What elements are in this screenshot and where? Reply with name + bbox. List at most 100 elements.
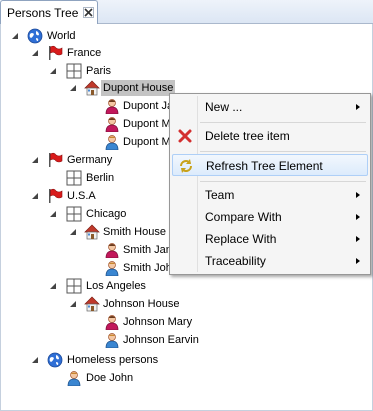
menu-item-label: Delete tree item <box>205 129 290 143</box>
expanded-arrow-icon[interactable] <box>49 210 57 218</box>
submenu-arrow-icon <box>356 236 360 242</box>
expanded-arrow-icon[interactable] <box>69 300 77 308</box>
tree-node-label: Berlin <box>86 172 115 184</box>
tree-node-label: Smith Joh <box>123 262 172 274</box>
menu-separator <box>200 181 366 182</box>
person-female-icon <box>104 242 120 258</box>
tree-node-france[interactable]: France <box>0 44 160 62</box>
tree-node-label: Dupont Ja <box>123 100 174 112</box>
house-icon <box>84 296 100 312</box>
flag-icon <box>47 188 63 204</box>
tree-node-label: Johnson House <box>103 298 180 310</box>
expanded-arrow-icon[interactable] <box>69 84 77 92</box>
person-male-icon <box>104 134 120 150</box>
tree-node-germany[interactable]: Germany <box>0 151 160 169</box>
expanded-arrow-icon[interactable] <box>49 67 57 75</box>
expanded-arrow-icon[interactable] <box>31 356 39 364</box>
menu-item-label: Compare With <box>205 210 282 224</box>
expanded-arrow-icon[interactable] <box>11 32 19 40</box>
flag-icon <box>47 45 63 61</box>
tree-node-johnson-house[interactable]: Johnson House <box>0 295 190 313</box>
tree-node-dupont-m-1[interactable]: Dupont M <box>0 115 171 133</box>
person-male-icon <box>104 332 120 348</box>
tree-node-dupont-ja[interactable]: Dupont Ja <box>0 97 173 115</box>
tab-persons-tree[interactable]: Persons Tree <box>0 0 98 24</box>
tree-node-label: Doe John <box>86 372 134 384</box>
tree-node-paris[interactable]: Paris <box>0 62 160 80</box>
tree-node-smith-jan[interactable]: Smith Jan <box>0 241 172 259</box>
tree-node-smith-house[interactable]: Smith House <box>0 223 170 241</box>
tree-node-los-angeles[interactable]: Los Angeles <box>0 277 160 295</box>
submenu-arrow-icon <box>356 258 360 264</box>
tree-node-smith-joh[interactable]: Smith Joh <box>0 259 172 277</box>
menu-item-label: Traceability <box>205 254 266 268</box>
tree-node-label: Smith House <box>103 226 166 238</box>
tree-node-label: Johnson Earvin <box>123 334 199 346</box>
tree-node-homeless-persons[interactable]: Homeless persons <box>0 351 180 369</box>
delete-icon <box>178 129 192 143</box>
menu-item-label: Team <box>205 188 235 202</box>
menu-item-refresh[interactable]: Refresh Tree Element <box>172 154 368 176</box>
expanded-arrow-icon[interactable] <box>31 156 39 164</box>
tree-node-label: Homeless persons <box>67 354 159 366</box>
tree-node-label: World <box>47 30 76 42</box>
tree-node-label: Dupont House <box>101 80 175 96</box>
expanded-arrow-icon[interactable] <box>31 49 39 57</box>
expanded-arrow-icon[interactable] <box>31 192 39 200</box>
menu-item-replace-with[interactable]: Replace With <box>172 228 368 250</box>
menu-item-label: New ... <box>205 100 243 114</box>
tree-node-dupont-house[interactable]: Dupont House <box>0 79 175 97</box>
tree-node-label: Johnson Mary <box>123 316 193 328</box>
expanded-arrow-icon[interactable] <box>69 228 77 236</box>
person-female-icon <box>104 314 120 330</box>
menu-item-traceability[interactable]: Traceability <box>172 250 368 272</box>
refresh-icon <box>180 159 192 173</box>
tab-title: Persons Tree <box>7 5 79 20</box>
tree-node-label: Chicago <box>86 208 127 220</box>
tree-node-usa[interactable]: U.S.A <box>0 187 160 205</box>
menu-separator <box>200 122 366 123</box>
close-icon[interactable] <box>83 7 95 18</box>
tree-node-berlin[interactable]: Berlin <box>0 169 160 187</box>
context-menu: New ... Delete tree item Refresh Tree El… <box>169 93 371 275</box>
tree-node-dupont-m-2[interactable]: Dupont M <box>0 133 171 151</box>
tree-node-johnson-earvin[interactable]: Johnson Earvin <box>0 331 200 349</box>
tree-node-label: U.S.A <box>67 190 96 202</box>
house-icon <box>84 80 100 96</box>
submenu-arrow-icon <box>356 192 360 198</box>
tree-node-label: Dupont M <box>123 136 171 148</box>
submenu-arrow-icon <box>356 214 360 220</box>
menu-item-compare-with[interactable]: Compare With <box>172 206 368 228</box>
tree-node-chicago[interactable]: Chicago <box>0 205 160 223</box>
tree-node-label: France <box>67 47 102 59</box>
person-male-icon <box>104 260 120 276</box>
menu-item-team[interactable]: Team <box>172 184 368 206</box>
menu-item-delete[interactable]: Delete tree item <box>172 125 368 147</box>
globe-icon <box>47 352 63 368</box>
city-grid-icon <box>66 170 82 186</box>
tree-node-world[interactable]: World <box>0 27 160 45</box>
tree-node-label: Los Angeles <box>86 280 146 292</box>
expanded-arrow-icon[interactable] <box>49 282 57 290</box>
menu-item-label: Replace With <box>205 232 277 246</box>
tree-node-label: Paris <box>86 65 112 77</box>
person-male-icon <box>66 370 82 386</box>
menu-item-label: Refresh Tree Element <box>206 159 323 173</box>
submenu-arrow-icon <box>356 104 360 110</box>
house-icon <box>84 224 100 240</box>
menu-item-new[interactable]: New ... <box>172 96 368 118</box>
globe-icon <box>27 28 43 44</box>
city-grid-icon <box>66 63 82 79</box>
flag-icon <box>47 152 63 168</box>
tree-node-label: Dupont M <box>123 118 171 130</box>
view-tab-bar: Persons Tree <box>0 0 373 24</box>
tree-node-label: Smith Jan <box>123 244 172 256</box>
person-female-icon <box>104 116 120 132</box>
tree-node-label: Germany <box>67 154 113 166</box>
tree-node-doe-john[interactable]: Doe John <box>0 369 160 387</box>
city-grid-icon <box>66 206 82 222</box>
person-female-icon <box>104 98 120 114</box>
menu-separator <box>200 151 366 152</box>
tree-node-johnson-mary[interactable]: Johnson Mary <box>0 313 200 331</box>
city-grid-icon <box>66 278 82 294</box>
